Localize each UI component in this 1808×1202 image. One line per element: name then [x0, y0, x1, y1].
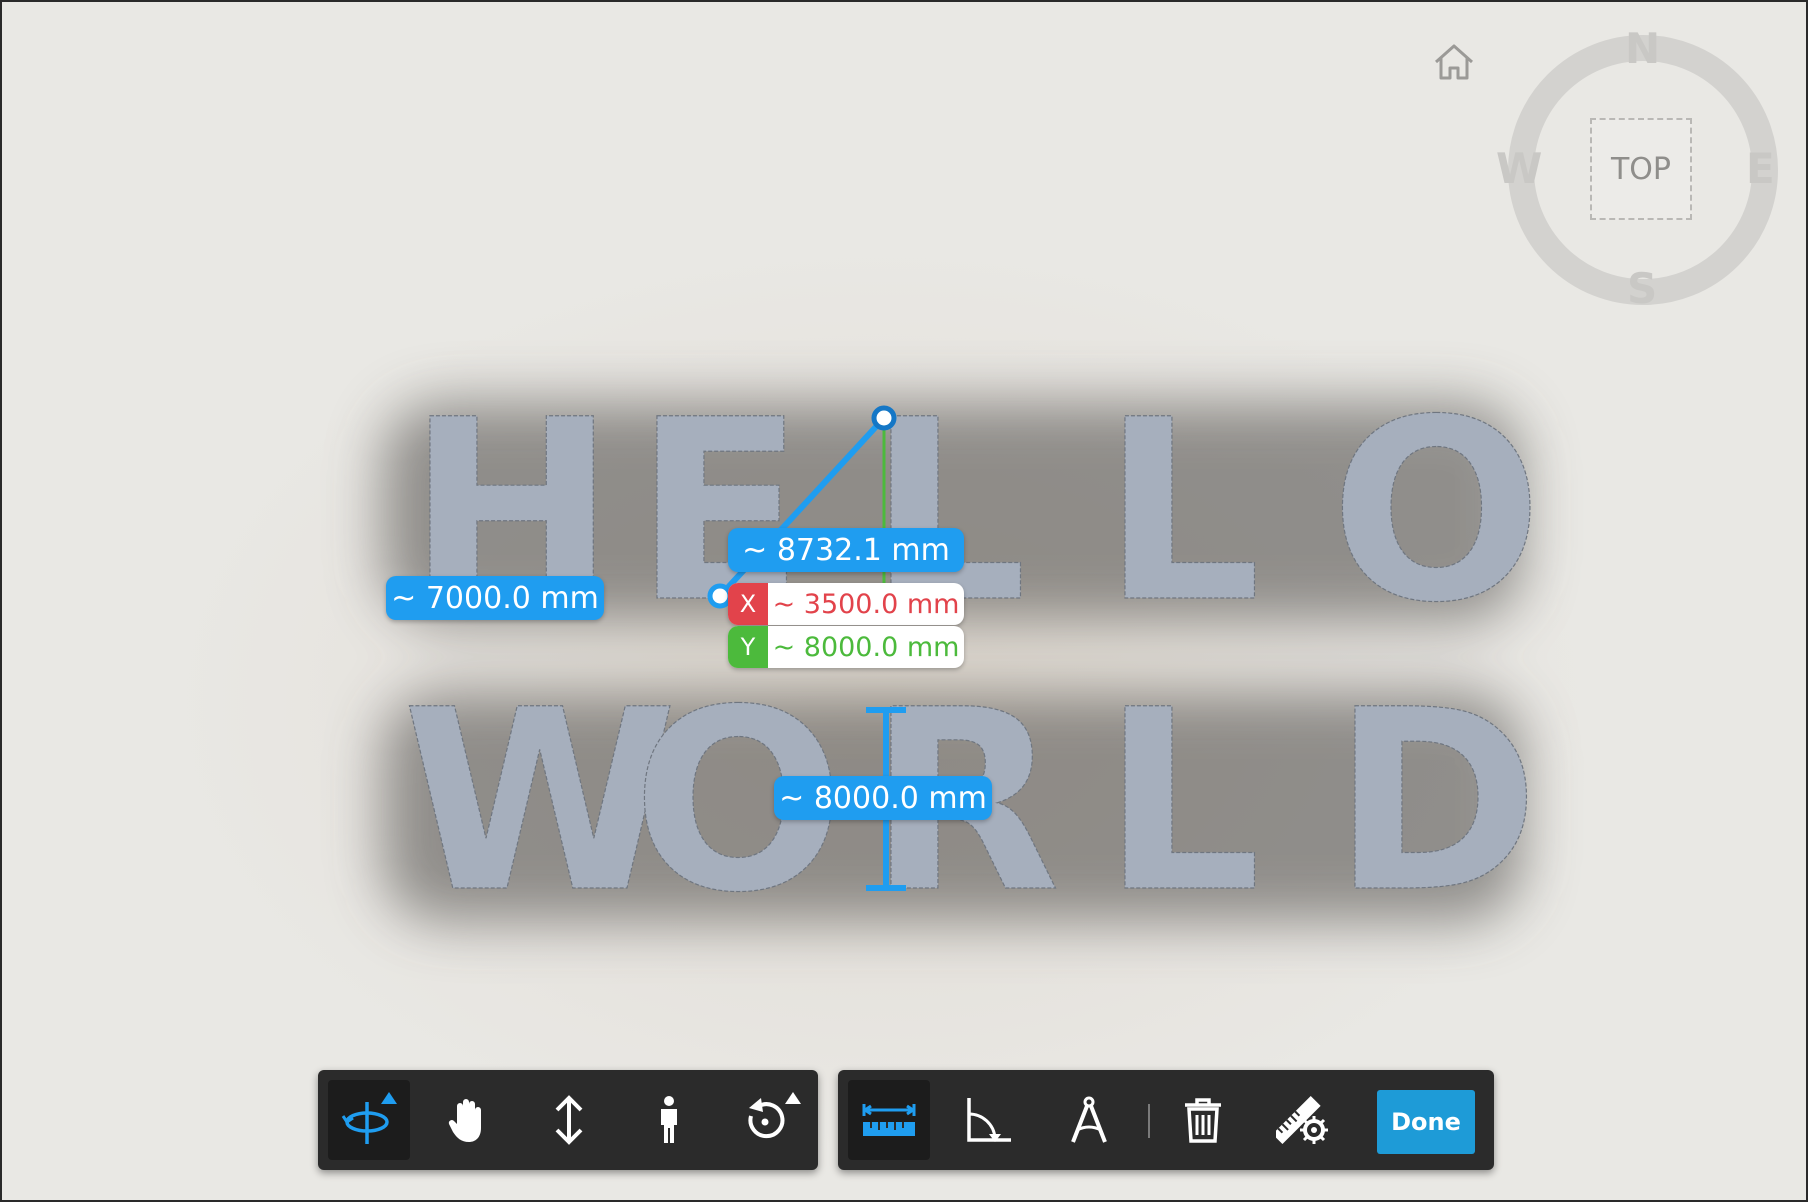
toolbar-divider: [1148, 1104, 1150, 1138]
measure-angle-button[interactable]: [948, 1080, 1030, 1160]
y-component-label[interactable]: Y ~ 8000.0 mm: [728, 626, 964, 668]
reset-view-tool-button[interactable]: [728, 1080, 810, 1160]
first-person-icon: [661, 1096, 677, 1143]
measure-endpoint-left[interactable]: [707, 583, 733, 609]
measure-angle-icon: [967, 1098, 1011, 1142]
reset-view-icon: [748, 1092, 801, 1139]
x-component-label[interactable]: X ~ 3500.0 mm: [728, 583, 964, 625]
y-component-value: ~ 8000.0 mm: [772, 631, 960, 663]
home-view-button[interactable]: [1428, 40, 1480, 84]
compass-east[interactable]: E: [1746, 144, 1775, 193]
zoom-tool-button[interactable]: [528, 1080, 610, 1160]
x-axis-tag: X: [728, 583, 768, 625]
compass-west[interactable]: W: [1496, 144, 1542, 193]
orbit-tool-button[interactable]: [328, 1080, 410, 1160]
delete-icon: [1185, 1098, 1221, 1143]
measure-endpoint-top[interactable]: [871, 405, 897, 431]
compass-north[interactable]: N: [1625, 24, 1660, 73]
measure-settings-button[interactable]: [1262, 1080, 1344, 1160]
x-component-value: ~ 3500.0 mm: [772, 588, 960, 620]
pan-tool-button[interactable]: [428, 1080, 510, 1160]
diagonal-measure-label[interactable]: ~ 8732.1 mm: [728, 528, 964, 572]
y-axis-tag: Y: [728, 626, 768, 668]
measure-area-button[interactable]: [1048, 1080, 1130, 1160]
measure-settings-icon: [1276, 1095, 1328, 1145]
pan-icon: [448, 1099, 481, 1142]
zoom-icon: [555, 1095, 583, 1145]
viewer-canvas[interactable]: H E L L O W O R L D N S W E TOP ~: [0, 0, 1808, 1202]
compass-south[interactable]: S: [1627, 264, 1657, 313]
view-cube-top[interactable]: TOP: [1590, 118, 1692, 220]
letter-l-3[interactable]: L: [1101, 655, 1262, 947]
measure-distance-icon: [862, 1104, 916, 1136]
home-icon: [1435, 44, 1473, 80]
first-person-tool-button[interactable]: [628, 1080, 710, 1160]
letter-o-1[interactable]: O: [1329, 365, 1543, 657]
width-measure-label[interactable]: ~ 7000.0 mm: [386, 576, 604, 620]
letter-d[interactable]: D: [1331, 655, 1540, 947]
orbit-icon: [341, 1092, 397, 1144]
height-measure-label[interactable]: ~ 8000.0 mm: [774, 776, 992, 820]
measure-area-icon: [1071, 1096, 1107, 1143]
measure-distance-button[interactable]: [848, 1080, 930, 1160]
view-cube-label: TOP: [1610, 151, 1672, 187]
delete-measure-button[interactable]: [1162, 1080, 1244, 1160]
letter-l-2[interactable]: L: [1101, 365, 1262, 657]
done-button[interactable]: Done: [1377, 1090, 1475, 1154]
navigation-toolbar: [318, 1070, 818, 1170]
